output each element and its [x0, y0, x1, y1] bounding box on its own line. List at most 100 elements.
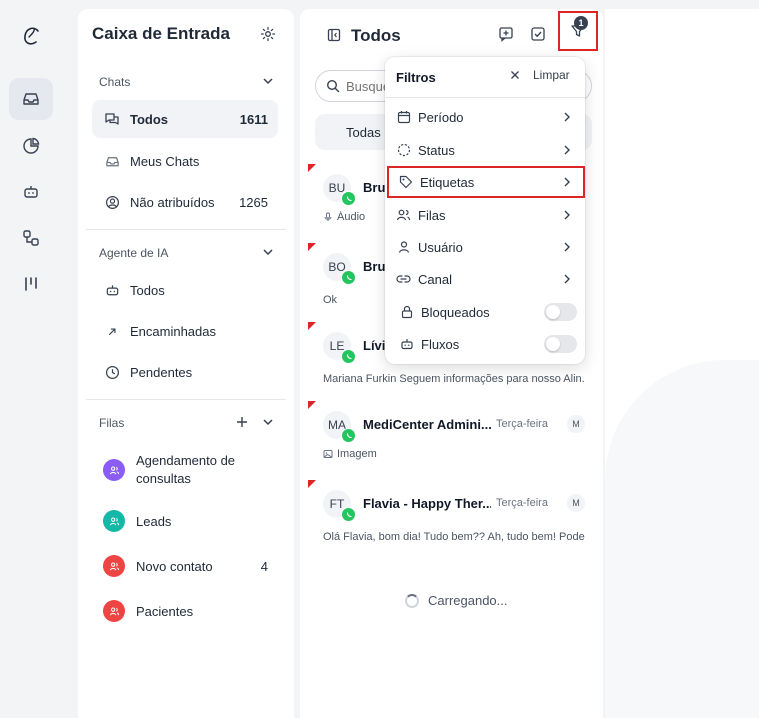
chat-preview-text: Imagem [337, 448, 377, 460]
chat-preview: Imagem [323, 448, 585, 460]
queue-item-agendamento[interactable]: Agendamento de consultas [103, 452, 278, 488]
chat-time: Terça-feira [496, 497, 548, 509]
chat-row[interactable]: MA MediCenter Admini... Terça-feira M Im… [300, 401, 603, 473]
chat-name: Flavia - Happy Ther... [363, 496, 491, 511]
filter-item-label: Bloqueados [421, 304, 490, 320]
filter-item-canal[interactable]: Canal [385, 263, 585, 295]
nav-item-label: Meus Chats [130, 153, 200, 169]
nav-item-pendentes[interactable]: Pendentes [92, 353, 278, 391]
nav-item-label: Pendentes [130, 364, 193, 380]
rail-flows-button[interactable] [9, 217, 53, 259]
bloqueados-toggle[interactable] [544, 303, 577, 321]
bot-icon [24, 186, 38, 198]
chat-preview-text: Mariana Furkin Seguem informações para n… [323, 373, 585, 385]
filter-item-fluxos: Fluxos [385, 328, 585, 360]
whatsapp-icon [341, 507, 356, 522]
chat-preview-text: Olá Flavia, bom dia! Tudo bem?? Ah, tudo… [323, 531, 585, 543]
rail-ai-agent-button[interactable] [9, 171, 53, 213]
chats-icon [104, 111, 120, 127]
chats-section-header: Chats [99, 75, 131, 89]
priority-flag [308, 401, 316, 409]
inbox-icon [23, 93, 39, 105]
mic-icon [324, 212, 332, 221]
user-icon [396, 240, 411, 255]
queue-item-label: Leads [136, 513, 172, 529]
filters-dropdown: Filtros Limpar Período Status Etiquetas … [385, 57, 585, 364]
rail-reports-button[interactable] [9, 125, 53, 167]
chevron-right-icon [564, 177, 570, 187]
filter-item-label: Fluxos [421, 336, 460, 352]
filter-item-filas[interactable]: Filas [385, 199, 585, 231]
priority-flag [308, 243, 316, 251]
background-decoration [605, 360, 759, 718]
whatsapp-icon [341, 428, 356, 443]
chevron-down-icon[interactable] [261, 415, 275, 429]
assignee-avatar: M [567, 415, 585, 433]
new-chat-icon[interactable] [498, 26, 514, 42]
app-logo-icon[interactable] [16, 22, 46, 52]
image-icon [323, 450, 333, 458]
queue-item-leads[interactable]: Leads [103, 510, 278, 532]
rail-kanban-button[interactable] [9, 263, 53, 305]
section-divider [86, 399, 286, 400]
nav-item-nao-atribuidos[interactable]: Não atribuídos 1265 [92, 183, 278, 221]
chevron-down-icon[interactable] [261, 74, 275, 88]
chat-preview: Olá Flavia, bom dia! Tudo bem?? Ah, tudo… [323, 531, 585, 543]
whatsapp-icon [341, 349, 356, 364]
filter-item-label: Período [418, 109, 464, 125]
calendar-icon [396, 110, 411, 125]
filter-item-etiquetas[interactable]: Etiquetas [387, 166, 585, 198]
filter-item-status[interactable]: Status [385, 134, 585, 166]
queue-item-label: Novo contato [136, 558, 213, 574]
close-icon [511, 71, 519, 79]
filter-item-periodo[interactable]: Período [385, 101, 585, 133]
pie-chart-icon [23, 137, 40, 154]
filters-title: Filtros [396, 70, 436, 85]
sidebar-toggle-icon[interactable] [327, 28, 341, 42]
queue-item-pacientes[interactable]: Pacientes [103, 600, 278, 622]
nav-item-label: Encaminhadas [130, 323, 216, 339]
users-icon [103, 600, 125, 622]
nav-item-count: 1265 [239, 194, 268, 210]
nav-item-todos[interactable]: Todos 1611 [92, 100, 278, 138]
queue-item-count: 4 [260, 558, 268, 574]
whatsapp-icon [341, 191, 356, 206]
filter-item-label: Status [418, 142, 455, 158]
inbox-sidebar: Caixa de Entrada Chats Todos 1611 Meus C… [78, 9, 294, 718]
chat-name: Bru [363, 259, 385, 274]
filter-item-usuario[interactable]: Usuário [385, 231, 585, 263]
nav-item-meus-chats[interactable]: Meus Chats [92, 142, 278, 180]
filters-divider [385, 97, 585, 98]
nav-item-encaminhadas[interactable]: Encaminhadas [92, 312, 278, 350]
gear-icon[interactable] [260, 26, 276, 42]
checkbox-select-icon[interactable] [530, 26, 546, 42]
chevron-right-icon [564, 145, 570, 155]
spinner-icon [405, 593, 419, 608]
tab-todas[interactable]: Todas [346, 125, 381, 140]
inbox-icon [104, 153, 120, 169]
clear-filters-label: Limpar [533, 68, 570, 82]
users-icon [103, 459, 125, 481]
filter-count-badge: 1 [574, 16, 588, 30]
queue-item-novo-contato[interactable]: Novo contato 4 [103, 555, 278, 577]
priority-flag [308, 322, 316, 330]
chat-name: MediCenter Admini... [363, 417, 491, 432]
chevron-right-icon [564, 274, 570, 284]
nav-item-ai-todos[interactable]: Todos [92, 271, 278, 309]
nav-item-label: Não atribuídos [130, 194, 215, 210]
lock-icon [399, 305, 414, 320]
rail-inbox-button[interactable] [9, 78, 53, 120]
chat-name: Bru [363, 180, 385, 195]
chat-time: Terça-feira [496, 418, 548, 430]
priority-flag [308, 164, 316, 172]
users-icon [396, 208, 411, 223]
loading-text: Carregando... [428, 593, 508, 608]
fluxos-toggle[interactable] [544, 335, 577, 353]
assignee-avatar: M [567, 494, 585, 512]
kanban-icon [25, 277, 37, 291]
chevron-right-icon [564, 210, 570, 220]
plus-icon[interactable] [235, 415, 249, 429]
chat-row[interactable]: FT Flavia - Happy Ther... Terça-feira M … [300, 480, 603, 552]
clear-filters-button[interactable]: Limpar [509, 68, 570, 82]
chevron-down-icon[interactable] [261, 245, 275, 259]
